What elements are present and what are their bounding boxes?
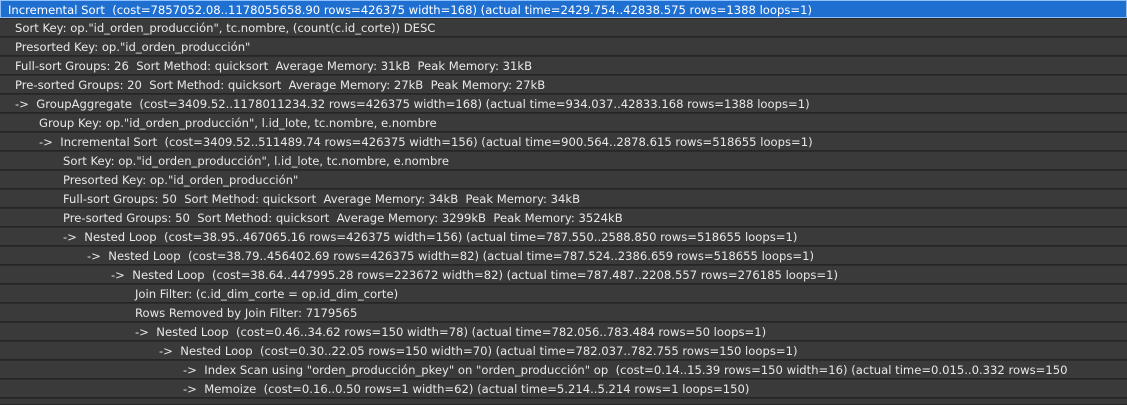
plan-row[interactable]: -> Nested Loop (cost=0.46..34.62 rows=15… [0, 323, 1127, 341]
query-plan-view[interactable]: Incremental Sort (cost=7857052.08..11780… [0, 0, 1127, 405]
plan-row[interactable]: Rows Removed by Join Filter: 7179565 [0, 304, 1127, 322]
plan-row[interactable]: Group Key: op."id_orden_producción", l.i… [0, 114, 1127, 132]
plan-row[interactable]: -> Index Scan using "orden_producción_pk… [0, 361, 1127, 379]
plan-row-partial[interactable] [0, 399, 1127, 405]
plan-row[interactable]: Full-sort Groups: 26 Sort Method: quicks… [0, 57, 1127, 75]
plan-row[interactable]: Full-sort Groups: 50 Sort Method: quicks… [0, 190, 1127, 208]
plan-row[interactable]: Incremental Sort (cost=7857052.08..11780… [0, 0, 1127, 18]
plan-row[interactable]: Sort Key: op."id_orden_producción", l.id… [0, 152, 1127, 170]
plan-row[interactable]: Presorted Key: op."id_orden_producción" [0, 171, 1127, 189]
plan-row[interactable]: -> Nested Loop (cost=38.79..456402.69 ro… [0, 247, 1127, 265]
plan-row[interactable]: Join Filter: (c.id_dim_corte = op.id_dim… [0, 285, 1127, 303]
plan-row[interactable]: Pre-sorted Groups: 50 Sort Method: quick… [0, 209, 1127, 227]
plan-row[interactable]: Sort Key: op."id_orden_producción", tc.n… [0, 19, 1127, 37]
plan-row[interactable]: Presorted Key: op."id_orden_producción" [0, 38, 1127, 56]
plan-row[interactable]: -> Memoize (cost=0.16..0.50 rows=1 width… [0, 380, 1127, 398]
plan-row[interactable]: -> Nested Loop (cost=38.95..467065.16 ro… [0, 228, 1127, 246]
plan-row[interactable]: -> GroupAggregate (cost=3409.52..1178011… [0, 95, 1127, 113]
plan-row[interactable]: -> Incremental Sort (cost=3409.52..51148… [0, 133, 1127, 151]
plan-row[interactable]: -> Nested Loop (cost=0.30..22.05 rows=15… [0, 342, 1127, 360]
plan-row[interactable]: -> Nested Loop (cost=38.64..447995.28 ro… [0, 266, 1127, 284]
plan-row[interactable]: Pre-sorted Groups: 20 Sort Method: quick… [0, 76, 1127, 94]
